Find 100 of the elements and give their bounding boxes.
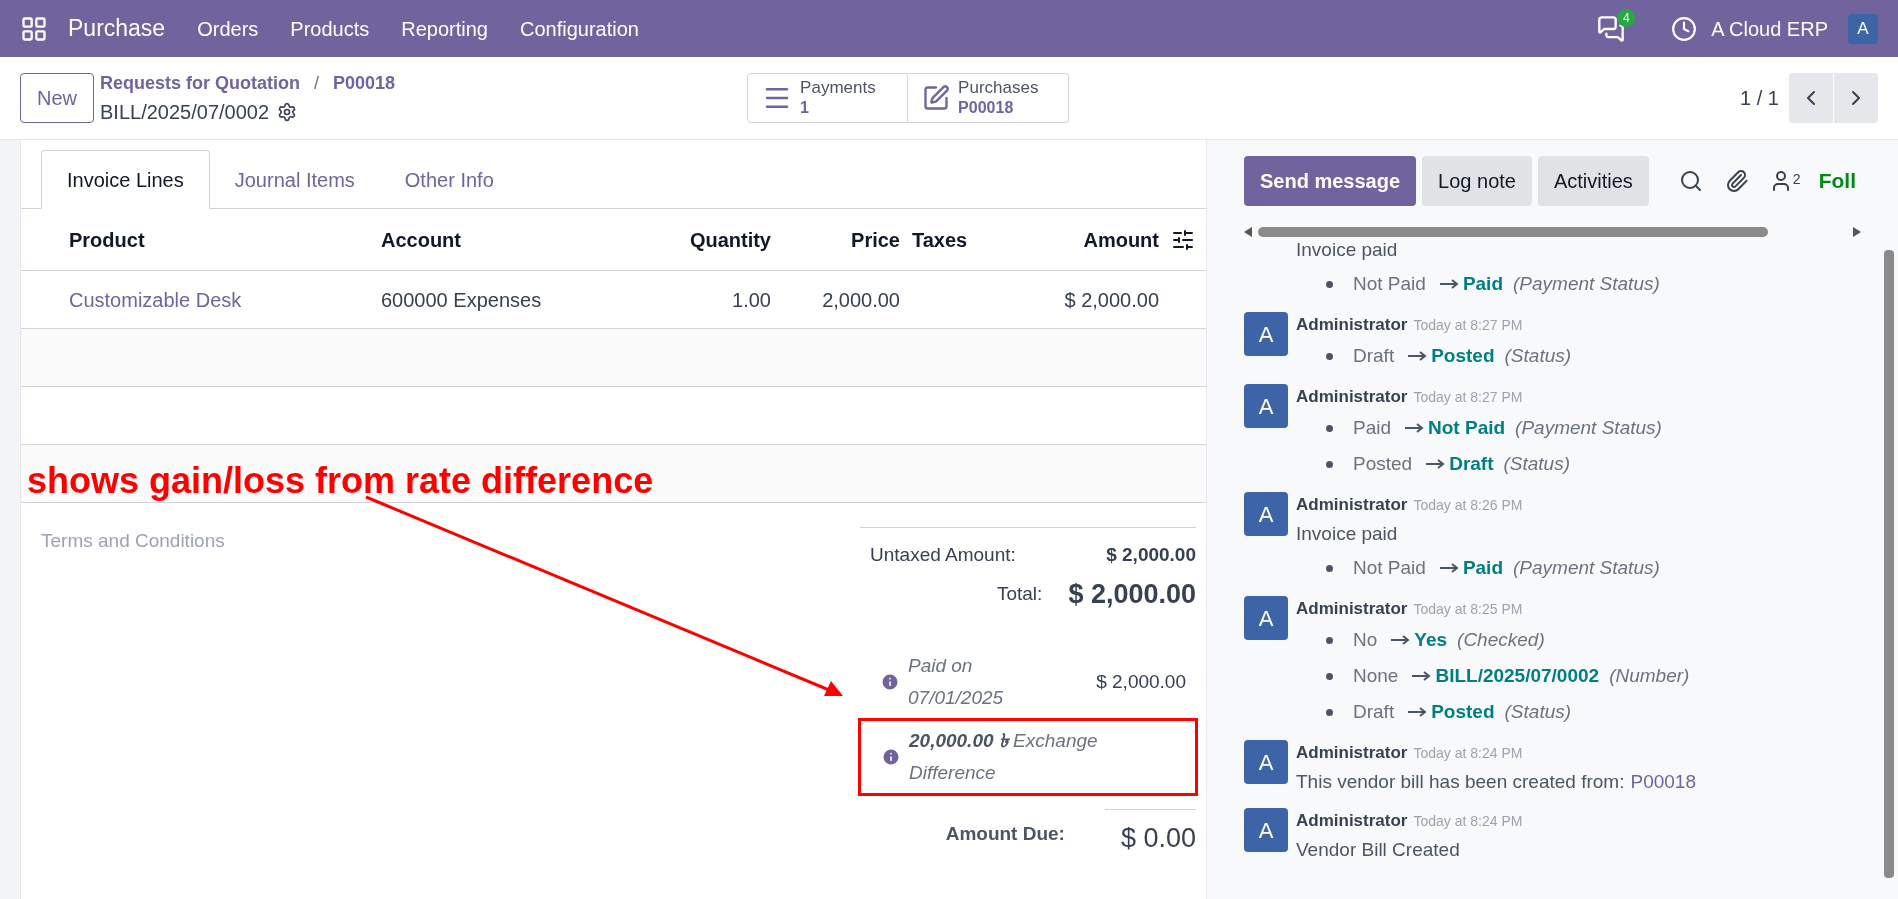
new-value: Not Paid (1428, 415, 1506, 440)
table-cell-text: 1.00 (731, 287, 771, 313)
total-amount: $ 2,000.00 (1068, 577, 1196, 611)
old-value: Paid (1353, 415, 1392, 440)
field-name: (Status) (1504, 343, 1572, 368)
info-icon[interactable] (881, 747, 901, 767)
message-time: Today at 8:24 PM (1413, 744, 1523, 763)
author-name: Administrator (1296, 810, 1408, 832)
bullet-icon (1326, 424, 1333, 432)
menu-item[interactable]: Orders (197, 13, 259, 44)
breadcrumb-link[interactable]: Requests for Quotation (100, 69, 301, 97)
tab[interactable]: Other Info (379, 150, 519, 209)
scrollbar[interactable] (1884, 250, 1894, 878)
followers-count: 2 (1792, 170, 1801, 189)
new-value: Posted (1431, 343, 1495, 368)
bullet-icon (1326, 708, 1333, 716)
field-name: (Status) (1503, 451, 1571, 476)
amount-due: $ 0.00 (1104, 809, 1196, 859)
avatar: A (1244, 808, 1288, 852)
field-name: (Payment Status) (1515, 415, 1662, 440)
amount-due-label: Amount Due: (945, 821, 1065, 846)
author-name: Administrator (1296, 494, 1408, 516)
old-value: Draft (1353, 343, 1395, 368)
message-count-badge: 4 (1617, 8, 1636, 27)
pager-value: 1 / 1 (1740, 86, 1779, 111)
column-header[interactable]: Amount (1083, 224, 1159, 255)
arrow-icon (1408, 351, 1429, 361)
author-name: Administrator (1296, 386, 1408, 408)
tab[interactable]: Journal Items (209, 150, 380, 209)
settings-icon[interactable] (277, 101, 298, 122)
info-icon[interactable] (880, 672, 900, 692)
app-name[interactable]: Purchase (68, 11, 166, 46)
message-time: Today at 8:27 PM (1413, 316, 1523, 335)
bullet-icon (1326, 280, 1333, 288)
message-text: This vendor bill has been created from: (1296, 769, 1625, 794)
message-time: Today at 8:25 PM (1413, 600, 1523, 619)
message-text: Invoice paid (1296, 521, 1398, 546)
old-value: None (1353, 663, 1399, 688)
apps-menu-icon[interactable] (20, 14, 48, 43)
edit-icon (922, 84, 951, 112)
user-avatar[interactable]: A (1848, 13, 1878, 44)
new-value: Yes (1414, 627, 1448, 652)
activity-clock-icon[interactable] (1671, 15, 1698, 42)
product-cell[interactable]: Customizable Desk (69, 284, 381, 315)
breadcrumb-separator: / (314, 71, 320, 95)
arrow-icon (1391, 635, 1412, 645)
column-settings-icon[interactable] (1170, 227, 1195, 252)
message-time: Today at 8:24 PM (1413, 812, 1523, 831)
column-header[interactable]: Product (69, 224, 381, 255)
payment-label: 20,000.00 ৳ Exchange Difference (909, 729, 1099, 785)
payment-amount: $ 2,000.00 (1096, 669, 1186, 694)
message-text: Invoice paid (1296, 237, 1398, 262)
follow-button[interactable]: Foll (1818, 165, 1856, 197)
new-button[interactable]: New (20, 73, 94, 123)
arrow-icon (1412, 671, 1433, 681)
table-cell-text: 2,000.00 (821, 287, 900, 313)
avatar: A (1244, 312, 1288, 356)
smart-button[interactable]: Purchases P00018 (908, 73, 1070, 123)
table-cell-text: $ 2,000.00 (1063, 287, 1159, 313)
field-name: (Payment Status) (1513, 271, 1660, 296)
old-value: No (1353, 627, 1378, 652)
scroll-left-icon[interactable] (1244, 227, 1252, 237)
field-name: (Number) (1609, 663, 1690, 688)
untaxed-label: Untaxed Amount: (870, 542, 1016, 567)
new-value: Draft (1449, 451, 1494, 476)
column-header[interactable]: Taxes (912, 224, 968, 255)
avatar: A (1244, 384, 1288, 428)
old-value: Posted (1353, 451, 1413, 476)
menu-item[interactable]: Products (290, 13, 370, 44)
arrow-icon (1426, 459, 1447, 469)
author-name: Administrator (1296, 314, 1408, 336)
menu-item[interactable]: Configuration (519, 13, 639, 44)
annotation-text: shows gain/loss from rate difference (27, 459, 654, 503)
chatter-button[interactable]: Log note (1422, 156, 1532, 206)
untaxed-amount: $ 2,000.00 (1106, 542, 1196, 567)
avatar: A (1244, 492, 1288, 536)
bullet-icon (1326, 672, 1333, 680)
paperclip-icon[interactable] (1724, 169, 1749, 193)
field-name: (Checked) (1457, 627, 1545, 652)
old-value: Draft (1353, 699, 1395, 724)
smart-button[interactable]: Payments 1 (747, 73, 909, 123)
table-cell-text: 600000 Expenses (381, 287, 543, 313)
chatter-button[interactable]: Send message (1244, 156, 1417, 206)
scrollbar[interactable] (1258, 227, 1768, 237)
avatar: A (1244, 596, 1288, 640)
menu-item[interactable]: Reporting (401, 13, 488, 44)
old-value: Not Paid (1353, 555, 1426, 580)
breadcrumb-link[interactable]: P00018 (333, 69, 396, 97)
record-title: BILL/2025/07/0002 (100, 99, 270, 125)
bullet-icon (1326, 460, 1333, 468)
column-header[interactable]: Price (771, 224, 900, 255)
new-value: BILL/2025/07/0002 (1435, 663, 1600, 688)
column-header[interactable]: Account (381, 224, 631, 255)
record-link[interactable]: P00018 (1630, 767, 1696, 797)
scroll-right-icon[interactable] (1853, 227, 1861, 237)
tab[interactable]: Invoice Lines (41, 150, 210, 209)
company-name[interactable]: A Cloud ERP (1711, 13, 1828, 44)
column-header[interactable]: Quantity (631, 224, 771, 255)
search-icon[interactable] (1678, 169, 1703, 193)
chatter-button[interactable]: Activities (1537, 156, 1649, 206)
